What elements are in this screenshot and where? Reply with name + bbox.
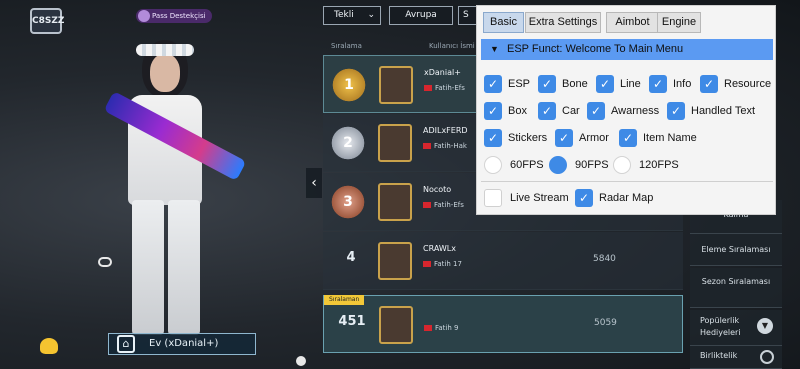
player-score: 5059 (594, 318, 617, 328)
radio-icon (484, 156, 502, 174)
col-player: Kullanıcı İsmi (429, 42, 475, 50)
live-stream-checkbox[interactable]: Live Stream (484, 189, 569, 207)
radio-icon (613, 156, 631, 174)
check-icon: ✓ (538, 75, 556, 93)
player-clan: Fatih-Efs (424, 84, 465, 92)
info-checkbox[interactable]: ✓ Info (649, 75, 691, 93)
box-checkbox[interactable]: ✓ Box (484, 102, 527, 120)
car-checkbox[interactable]: ✓ Car (538, 102, 580, 120)
cloud-icon[interactable] (98, 257, 112, 267)
check-icon: ✓ (555, 129, 573, 147)
gold-medal-icon: 1 (330, 66, 368, 104)
player-name: Nocoto (423, 185, 452, 194)
check-icon: ✓ (575, 189, 593, 207)
player-score: 5840 (593, 254, 616, 264)
check-icon: ✓ (484, 75, 502, 93)
check-icon: ✓ (484, 102, 502, 120)
fps-120-radio[interactable]: 120FPS (613, 156, 679, 174)
armor-checkbox[interactable]: ✓ Armor (555, 129, 609, 147)
player-clan: Fatih-Hak (423, 142, 467, 150)
my-rank-row[interactable]: Sıralaman 451 Fatih 9 5059 (323, 295, 683, 353)
flag-icon (424, 325, 432, 331)
radio-selected-icon (549, 156, 567, 174)
player-clan: Fatih-Efs (423, 201, 464, 209)
duck-icon[interactable] (40, 338, 58, 354)
checkbox-empty-icon (484, 189, 502, 207)
check-icon: ✓ (484, 129, 502, 147)
home-label: Ev (xDanial+) (149, 338, 219, 349)
table-row[interactable]: 4 CRAWLx Fatih 17 5840 (323, 232, 683, 290)
mode-select[interactable]: Tekli ⌄ (323, 6, 381, 25)
player-clan: Fatih 9 (424, 324, 458, 332)
character-leg-left (132, 200, 164, 335)
line-checkbox[interactable]: ✓ Line (596, 75, 641, 93)
radar-map-checkbox[interactable]: ✓ Radar Map (575, 189, 653, 207)
collapse-arrow-icon[interactable]: ‹ (306, 168, 322, 198)
player-clan: Fatih 17 (423, 260, 462, 268)
awarness-checkbox[interactable]: ✓ Awarness (587, 102, 659, 120)
bone-checkbox[interactable]: ✓ Bone (538, 75, 588, 93)
mod-menu-panel: Basic Extra Settings Aimbot Engine ▼ ESP … (476, 5, 776, 215)
avatar (378, 124, 412, 162)
col-rank: Sıralama (331, 42, 362, 50)
check-icon: ✓ (587, 102, 605, 120)
fps-90-radio[interactable]: 90FPS (549, 156, 609, 174)
check-icon: ✓ (649, 75, 667, 93)
check-icon: ✓ (667, 102, 685, 120)
mode-select-value: Tekli (334, 10, 354, 20)
flag-icon (424, 85, 432, 91)
check-icon: ✓ (619, 129, 637, 147)
player-name: ADILxFERD (423, 126, 468, 135)
tab-basic[interactable]: Basic (483, 12, 524, 33)
character-leg-right (168, 200, 200, 335)
my-rank-tag: Sıralaman (324, 295, 365, 305)
stickers-checkbox[interactable]: ✓ Stickers (484, 129, 547, 147)
section-header[interactable]: ▼ ESP Funct: Welcome To Main Menu (481, 39, 773, 60)
player-name: xDanial+ (424, 68, 461, 77)
tab-extra-settings[interactable]: Extra Settings (525, 12, 601, 33)
resource-checkbox[interactable]: ✓ Resource (700, 75, 771, 93)
house-icon: ⌂ (117, 335, 135, 353)
avatar (379, 66, 413, 104)
avatar (378, 183, 412, 221)
chevron-down-icon: ⌄ (367, 10, 375, 20)
nav-season-ranking[interactable]: Sezon Sıralaması (690, 268, 782, 308)
avatar (378, 242, 412, 280)
check-icon: ✓ (538, 102, 556, 120)
rank-number: 451 (338, 314, 366, 329)
tab-aimbot[interactable]: Aimbot (606, 12, 659, 33)
check-icon: ✓ (596, 75, 614, 93)
bronze-medal-icon: 3 (329, 183, 367, 221)
player-name: CRAWLx (423, 244, 456, 253)
flag-icon (423, 143, 431, 149)
esp-checkbox[interactable]: ✓ ESP (484, 75, 530, 93)
flower-crown (136, 44, 194, 56)
pass-label: Pass Destekçisi (152, 12, 206, 20)
tab-engine[interactable]: Engine (657, 12, 701, 33)
flag-icon (423, 202, 431, 208)
rank-number: 4 (346, 250, 356, 265)
fps-60-radio[interactable]: 60FPS (484, 156, 544, 174)
pass-icon (138, 10, 150, 22)
check-icon: ✓ (700, 75, 718, 93)
nav-elimination-ranking[interactable]: Eleme Sıralaması (690, 234, 782, 266)
pass-supporter-badge[interactable]: Pass Destekçisi (136, 9, 212, 23)
scroll-indicator (296, 356, 306, 366)
region-button[interactable]: Avrupa (389, 6, 453, 25)
character-face (150, 54, 180, 92)
item-name-checkbox[interactable]: ✓ Item Name (619, 129, 697, 147)
handled-text-checkbox[interactable]: ✓ Handled Text (667, 102, 755, 120)
divider (481, 181, 773, 182)
home-button[interactable]: ⌂ Ev (xDanial+) (108, 333, 256, 355)
silver-medal-icon: 2 (329, 124, 367, 162)
chevron-down-icon[interactable]: ▼ (757, 318, 773, 334)
season-logo: C8SZZ (30, 8, 64, 34)
gear-icon[interactable] (760, 350, 774, 364)
flag-icon (423, 261, 431, 267)
section-header-label: ESP Funct: Welcome To Main Menu (507, 43, 684, 55)
collapse-triangle-icon: ▼ (490, 44, 499, 54)
player-character (100, 40, 247, 340)
avatar (379, 306, 413, 344)
